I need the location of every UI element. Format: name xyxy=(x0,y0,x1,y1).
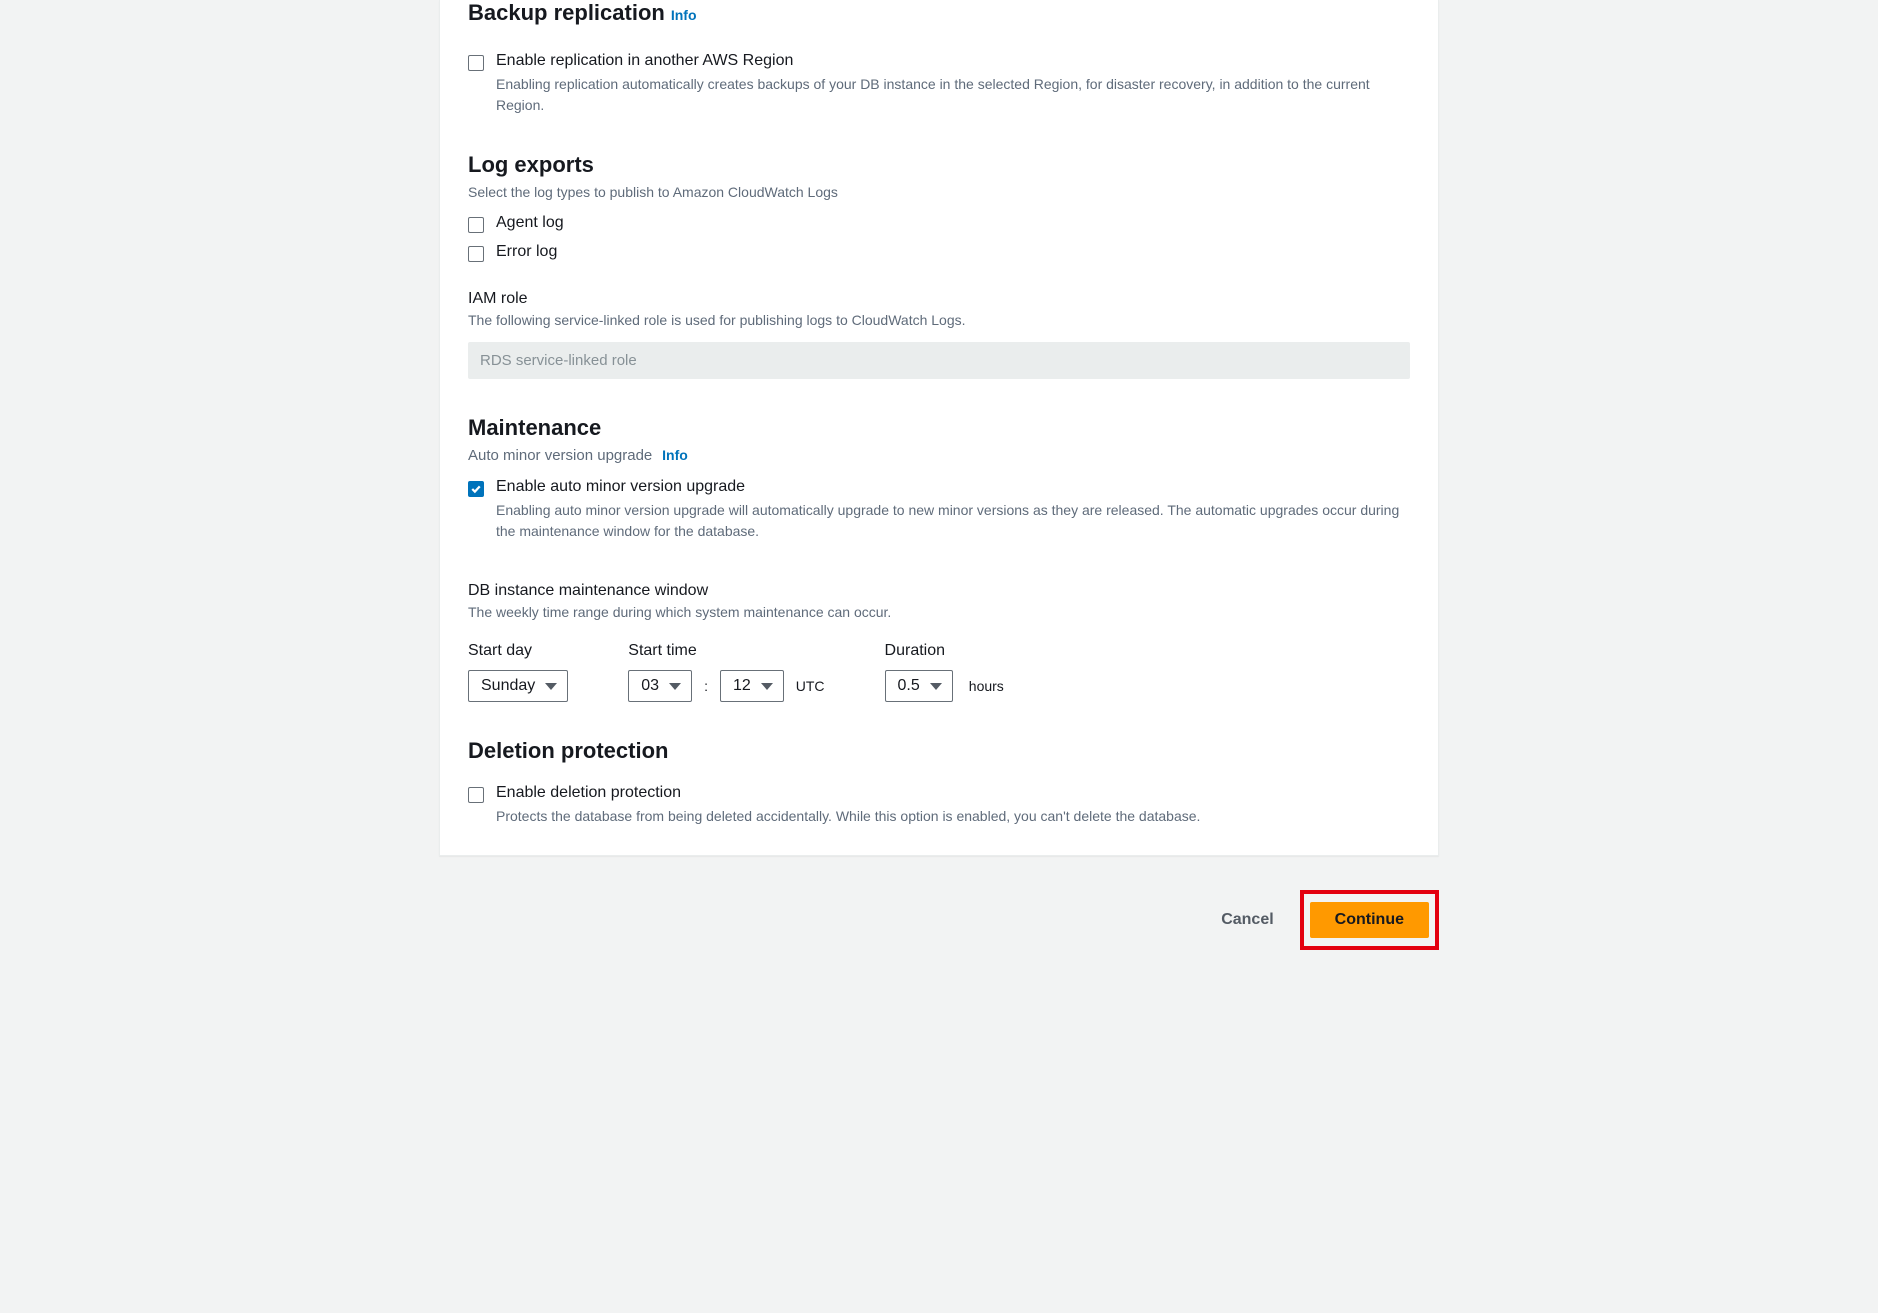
agent-log-checkbox[interactable] xyxy=(468,217,484,233)
auto-minor-version-label: Auto minor version upgrade xyxy=(468,447,652,464)
chevron-down-icon xyxy=(545,683,557,690)
duration-label: Duration xyxy=(885,642,1004,660)
maintenance-window-desc: The weekly time range during which syste… xyxy=(468,604,1410,620)
maintenance-info-link[interactable]: Info xyxy=(662,447,688,463)
maintenance-section: Maintenance Auto minor version upgrade I… xyxy=(468,415,1410,702)
continue-button[interactable]: Continue xyxy=(1310,902,1429,938)
maintenance-window-label: DB instance maintenance window xyxy=(468,582,1410,600)
iam-role-label: IAM role xyxy=(468,290,1410,308)
enable-replication-label: Enable replication in another AWS Region xyxy=(496,52,1410,70)
iam-role-value: RDS service-linked role xyxy=(468,342,1410,379)
auto-minor-upgrade-checkbox[interactable] xyxy=(468,481,484,497)
chevron-down-icon xyxy=(930,683,942,690)
start-time-hour-value: 03 xyxy=(641,677,659,695)
maintenance-title: Maintenance xyxy=(468,415,1410,441)
backup-replication-info-link[interactable]: Info xyxy=(671,7,697,23)
check-icon xyxy=(470,483,482,495)
backup-replication-section: Backup replication Info Enable replicati… xyxy=(468,0,1410,116)
deletion-protection-checkbox[interactable] xyxy=(468,787,484,803)
deletion-protection-title: Deletion protection xyxy=(468,738,1410,764)
duration-unit: hours xyxy=(969,678,1004,694)
log-exports-subtext: Select the log types to publish to Amazo… xyxy=(468,184,1410,200)
chevron-down-icon xyxy=(761,683,773,690)
start-time-label: Start time xyxy=(628,642,824,660)
backup-replication-title: Backup replication xyxy=(468,0,665,26)
enable-replication-desc: Enabling replication automatically creat… xyxy=(496,74,1410,116)
start-time-minute-value: 12 xyxy=(733,677,751,695)
error-log-checkbox[interactable] xyxy=(468,246,484,262)
auto-minor-upgrade-desc: Enabling auto minor version upgrade will… xyxy=(496,500,1410,542)
iam-role-desc: The following service-linked role is use… xyxy=(468,312,1410,328)
continue-highlight: Continue xyxy=(1300,890,1439,950)
deletion-protection-desc: Protects the database from being deleted… xyxy=(496,806,1200,827)
agent-log-label: Agent log xyxy=(496,214,564,232)
cancel-button[interactable]: Cancel xyxy=(1213,901,1281,939)
start-time-hour-select[interactable]: 03 xyxy=(628,670,692,702)
start-day-label: Start day xyxy=(468,642,568,660)
start-time-minute-select[interactable]: 12 xyxy=(720,670,784,702)
start-day-select[interactable]: Sunday xyxy=(468,670,568,702)
log-exports-title: Log exports xyxy=(468,152,1410,178)
tz-label: UTC xyxy=(796,678,825,694)
duration-select[interactable]: 0.5 xyxy=(885,670,953,702)
start-day-value: Sunday xyxy=(481,677,535,695)
time-separator: : xyxy=(704,678,708,694)
deletion-protection-section: Deletion protection Enable deletion prot… xyxy=(468,738,1410,827)
auto-minor-upgrade-label: Enable auto minor version upgrade xyxy=(496,478,1410,496)
enable-replication-checkbox[interactable] xyxy=(468,55,484,71)
log-exports-section: Log exports Select the log types to publ… xyxy=(468,152,1410,379)
error-log-label: Error log xyxy=(496,243,557,261)
footer: Cancel Continue xyxy=(439,890,1439,950)
duration-value: 0.5 xyxy=(898,677,920,695)
deletion-protection-label: Enable deletion protection xyxy=(496,784,1200,802)
chevron-down-icon xyxy=(669,683,681,690)
